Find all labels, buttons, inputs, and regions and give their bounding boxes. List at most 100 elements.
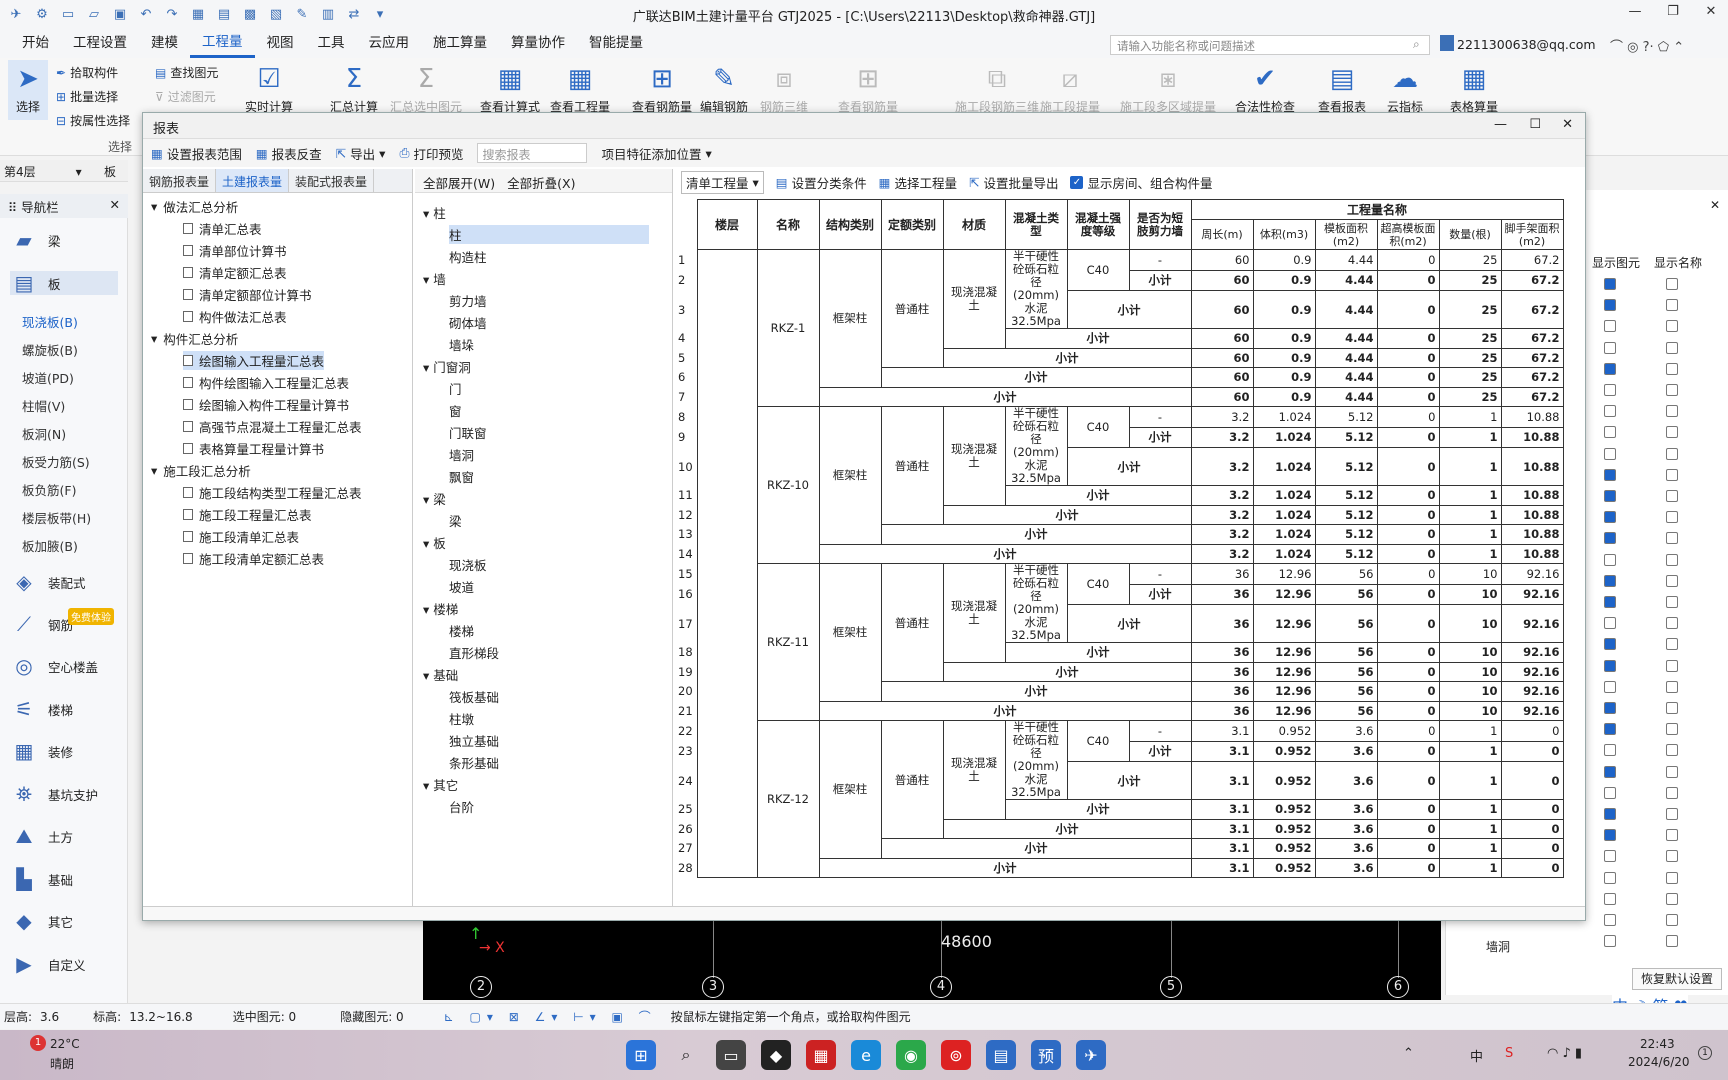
set-range-button[interactable]: ▦ 设置报表范围 bbox=[151, 144, 242, 163]
menu-cloud[interactable]: 云应用 bbox=[357, 28, 422, 58]
tree-item[interactable]: 清单定额部位计算书 bbox=[183, 285, 312, 304]
menu-quantity[interactable]: 工程量 bbox=[190, 29, 255, 58]
category-group[interactable]: ▾ 楼梯 bbox=[423, 599, 458, 618]
checkbox-icon[interactable] bbox=[1666, 702, 1678, 714]
table-row[interactable]: 8 RKZ-10 框架柱 普通柱 现浇混凝土 半干硬性砼砾石粒径(20mm)水泥32.5M… bbox=[675, 405, 1564, 564]
chevron-down-icon[interactable]: ▾ bbox=[423, 778, 433, 793]
nav-item-custom[interactable]: ▶ 自定义 bbox=[10, 952, 85, 976]
nav-sub-cap[interactable]: 柱帽(V) bbox=[22, 396, 65, 415]
checkbox-checked-icon[interactable] bbox=[1604, 829, 1616, 842]
nav-item-earth[interactable]: ⛰ 土方 bbox=[10, 824, 73, 848]
menu-smart[interactable]: 智能提量 bbox=[577, 28, 655, 58]
nav-item-hollow[interactable]: ◎ 空心楼盖 bbox=[10, 654, 98, 678]
tab-rebar-report[interactable]: 钢筋报表量 bbox=[143, 169, 217, 192]
table-row[interactable]: 22 RKZ-12 框架柱 普通柱 现浇混凝土 半干硬性砼砾石粒径(20mm)水泥32.5… bbox=[675, 719, 1564, 878]
sogou-icon[interactable]: S bbox=[1505, 1046, 1513, 1061]
nav-item-rebar[interactable]: ⟋ 钢筋 bbox=[10, 612, 73, 636]
nav-item-pit[interactable]: ⛯ 基坑支护 bbox=[10, 782, 98, 806]
task-view-icon[interactable]: ▭ bbox=[716, 1040, 746, 1070]
chevron-down-icon[interactable]: ▾ bbox=[151, 199, 157, 214]
print-preview-button[interactable]: ⎙ 打印预览 bbox=[399, 144, 463, 163]
checkbox-icon[interactable] bbox=[1604, 744, 1616, 757]
minimize-button[interactable]: — bbox=[1494, 117, 1507, 132]
nav-item-stairs[interactable]: ⚟ 楼梯 bbox=[10, 697, 73, 721]
menu-project-settings[interactable]: 工程设置 bbox=[61, 28, 139, 58]
stage-multi-extract-button[interactable]: ⧆ 施工段多区域提量 bbox=[1120, 60, 1216, 115]
nav-sub-spiral[interactable]: 螺旋板(B) bbox=[22, 340, 78, 359]
table-row[interactable]: 15 RKZ-11 框架柱 普通柱 现浇混凝土 半干硬性砼砾石粒径(20mm)水泥32.5… bbox=[675, 562, 1564, 721]
function-search-input[interactable]: 请输入功能名称或问题描述 bbox=[1110, 35, 1430, 55]
checkbox-icon[interactable] bbox=[1604, 617, 1616, 630]
checkbox-icon[interactable] bbox=[1604, 426, 1616, 439]
view-report-button[interactable]: ▤ 查看报表 bbox=[1318, 60, 1366, 115]
redo-icon[interactable]: ↷ bbox=[162, 5, 182, 23]
checkbox-icon[interactable] bbox=[1666, 490, 1678, 502]
category-group[interactable]: ▾ 墙 bbox=[423, 269, 446, 288]
quantity-type-select[interactable]: 清单工程量 ▾ bbox=[681, 170, 764, 194]
tab-prefab-report[interactable]: 装配式报表量 bbox=[289, 169, 375, 192]
chevron-down-icon[interactable]: ▾ bbox=[423, 272, 433, 287]
drag-handle-icon[interactable]: ⠿ bbox=[8, 200, 21, 215]
tree-group[interactable]: ▾ 构件汇总分析 bbox=[151, 329, 238, 348]
set-category-button[interactable]: ▤ 设置分类条件 bbox=[776, 173, 867, 192]
checkbox-icon[interactable] bbox=[1604, 447, 1616, 460]
checkbox-checked-icon[interactable] bbox=[1604, 511, 1616, 524]
checkbox-icon[interactable] bbox=[1666, 808, 1678, 820]
checkbox-icon[interactable] bbox=[1604, 320, 1616, 333]
category-item[interactable]: 条形基础 bbox=[449, 753, 499, 772]
nav-sub-ramp[interactable]: 坡道(PD) bbox=[22, 368, 74, 387]
nav-sub-main-rebar[interactable]: 板受力筋(S) bbox=[22, 452, 90, 471]
checkbox-icon[interactable] bbox=[1604, 935, 1616, 948]
maximize-button[interactable]: ☐ bbox=[1529, 117, 1541, 132]
cloud-index-button[interactable]: ☁ 云指标 bbox=[1385, 60, 1425, 115]
checkbox-checked-icon[interactable] bbox=[1604, 468, 1616, 481]
show-room-checkbox[interactable]: ✓ 显示房间、组合构件量 bbox=[1070, 173, 1212, 192]
checkbox-checked-icon[interactable] bbox=[1604, 702, 1616, 714]
checkbox-icon[interactable] bbox=[1666, 553, 1678, 566]
reverse-lookup-button[interactable]: ▦ 报表反查 bbox=[256, 144, 322, 163]
select-quantity-button[interactable]: ▦ 选择工程量 bbox=[879, 173, 957, 192]
checkbox-icon[interactable] bbox=[1604, 914, 1616, 926]
search-icon[interactable]: ⌕ bbox=[1413, 37, 1420, 52]
category-item[interactable]: 剪力墙 bbox=[449, 291, 487, 310]
nav-sub-slab[interactable]: 现浇板(B) bbox=[22, 312, 78, 331]
checkbox-checked-icon[interactable] bbox=[1604, 596, 1616, 608]
tree-group[interactable]: ▾ 施工段汇总分析 bbox=[151, 461, 251, 480]
chevron-down-icon[interactable]: ▾ bbox=[423, 492, 433, 507]
restore-default-button[interactable]: 恢复默认设置 bbox=[1632, 968, 1722, 990]
checkbox-icon[interactable] bbox=[1666, 426, 1678, 439]
tree-item[interactable]: 高强节点混凝土工程量汇总表 bbox=[183, 417, 362, 436]
checkbox-icon[interactable] bbox=[1604, 892, 1616, 905]
checkbox-checked-icon[interactable] bbox=[1604, 659, 1616, 672]
chevron-down-icon[interactable]: ▾ bbox=[423, 668, 433, 683]
tree-item[interactable]: 构件做法汇总表 bbox=[183, 307, 287, 326]
category-group[interactable]: ▾ 柱 bbox=[423, 203, 446, 222]
category-item[interactable]: 飘窗 bbox=[449, 467, 474, 486]
category-item[interactable]: 门联窗 bbox=[449, 423, 487, 442]
checkbox-icon[interactable] bbox=[1666, 405, 1678, 418]
category-item[interactable]: 构造柱 bbox=[449, 247, 487, 266]
table-calc-button[interactable]: ▦ 表格算量 bbox=[1450, 60, 1498, 115]
tree-item[interactable]: 施工段结构类型工程量汇总表 bbox=[183, 483, 362, 502]
category-item[interactable]: 台阶 bbox=[449, 797, 474, 816]
checkbox-icon[interactable] bbox=[1666, 617, 1678, 630]
category-item[interactable]: 柱墩 bbox=[449, 709, 474, 728]
checkbox-icon[interactable] bbox=[1666, 744, 1678, 757]
view-rebar-2-button[interactable]: ⊞ 查看钢筋量 bbox=[838, 60, 898, 115]
tree-item[interactable]: 施工段清单汇总表 bbox=[183, 527, 299, 546]
settings-icon[interactable]: ⚙ bbox=[32, 5, 52, 23]
checkbox-icon[interactable] bbox=[1666, 596, 1678, 608]
category-group[interactable]: ▾ 基础 bbox=[423, 665, 458, 684]
category-item[interactable]: 直形梯段 bbox=[449, 643, 499, 662]
checkbox-checked-icon[interactable] bbox=[1604, 490, 1616, 502]
start-icon[interactable]: ⊞ bbox=[626, 1040, 656, 1070]
gtj-report-icon[interactable]: ▤ bbox=[986, 1040, 1016, 1070]
chevron-down-icon[interactable]: ▾ bbox=[423, 602, 433, 617]
category-group[interactable]: ▾ 其它 bbox=[423, 775, 458, 794]
checkbox-icon[interactable] bbox=[1666, 850, 1678, 863]
checkbox-icon[interactable] bbox=[1666, 680, 1678, 693]
close-icon[interactable]: ✕ bbox=[110, 197, 120, 212]
snap-tools[interactable]: ⊾ ▢▾ ⊠ ∠▾ ⊢▾ ▣ ⌒ bbox=[444, 1008, 657, 1025]
menu-modeling[interactable]: 建模 bbox=[139, 28, 190, 58]
notification-center-icon[interactable]: 1 bbox=[1698, 1046, 1712, 1060]
